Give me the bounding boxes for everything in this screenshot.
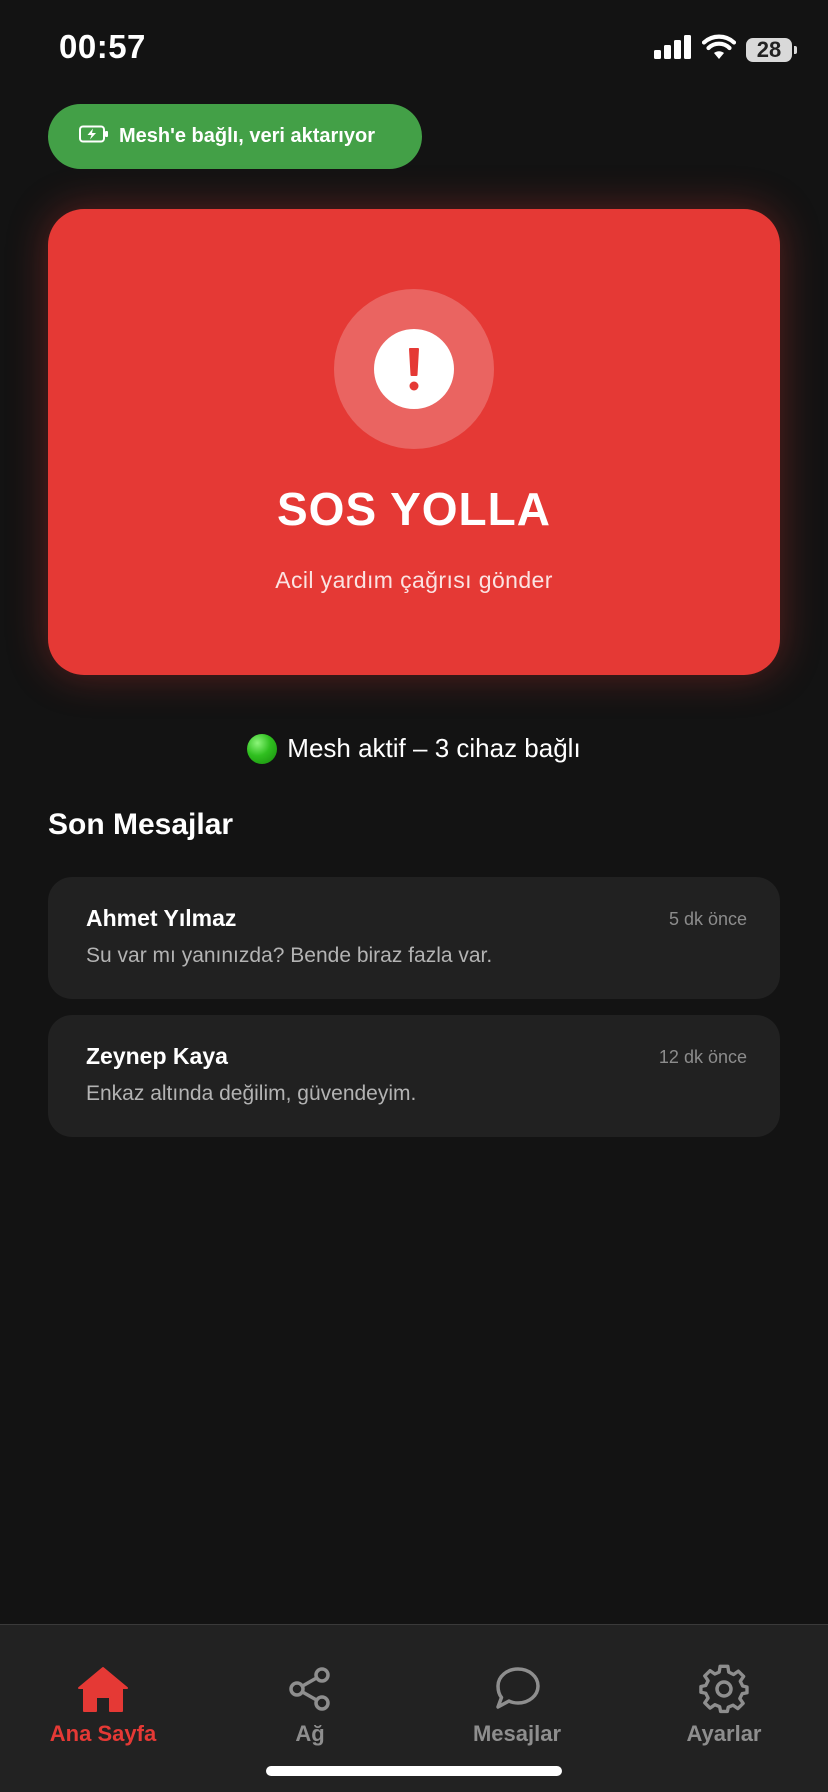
- sos-subtitle: Acil yardım çağrısı gönder: [275, 567, 553, 593]
- battery-icon: 28: [746, 36, 797, 62]
- battery-level: 28: [756, 36, 782, 62]
- sos-button[interactable]: SOS YOLLA Acil yardım çağrısı gönder: [48, 209, 780, 675]
- message-time: 5 dk önce: [668, 909, 747, 929]
- signal-icon: [654, 35, 692, 64]
- sos-icon-halo: [334, 289, 494, 449]
- message-preview: Su var mı yanınızda? Bende biraz fazla v…: [86, 944, 493, 967]
- tab-settings[interactable]: Ayarlar: [634, 1663, 814, 1747]
- home-screen: 00:57 28 Mesh'e bağlı, veri aktarıyor SO…: [0, 0, 828, 1792]
- status-icons: 28: [654, 34, 797, 65]
- tab-label: Ana Sayfa: [49, 1721, 157, 1746]
- mesh-connection-text: Mesh'e bağlı, veri aktarıyor: [119, 125, 375, 147]
- mesh-status-text: Mesh aktif – 3 cihaz bağlı: [287, 733, 581, 763]
- tab-label: Mesajlar: [472, 1721, 562, 1746]
- home-icon: [77, 1663, 129, 1715]
- share-icon: [284, 1663, 336, 1715]
- message-preview: Enkaz altında değilim, güvendeyim.: [86, 1082, 417, 1105]
- tab-messages[interactable]: Mesajlar: [427, 1663, 607, 1747]
- battery-charging-icon: [79, 125, 109, 148]
- chat-icon: [491, 1663, 543, 1715]
- wifi-icon: [701, 34, 737, 65]
- status-bar: 00:57 28: [0, 0, 828, 100]
- message-card[interactable]: Ahmet Yılmaz 5 dk önce Su var mı yanınız…: [48, 877, 780, 999]
- tab-network[interactable]: Ağ: [220, 1663, 400, 1747]
- alert-icon: [374, 329, 454, 409]
- message-time: 12 dk önce: [658, 1047, 747, 1067]
- section-title-recent-messages: Son Mesajlar: [48, 808, 234, 841]
- mesh-status: Mesh aktif – 3 cihaz bağlı: [0, 733, 828, 764]
- mesh-connection-badge: Mesh'e bağlı, veri aktarıyor: [48, 104, 422, 169]
- battery-tip: [794, 45, 797, 54]
- sos-title: SOS YOLLA: [277, 483, 551, 535]
- green-circle-icon: [247, 733, 278, 764]
- tab-label: Ağ: [295, 1721, 325, 1746]
- message-sender: Zeynep Kaya: [86, 1043, 228, 1069]
- gear-icon: [698, 1663, 750, 1715]
- message-sender: Ahmet Yılmaz: [86, 905, 237, 931]
- status-time: 00:57: [59, 28, 146, 65]
- message-card[interactable]: Zeynep Kaya 12 dk önce Enkaz altında değ…: [48, 1015, 780, 1137]
- home-indicator: [266, 1766, 562, 1776]
- tab-home[interactable]: Ana Sayfa: [13, 1663, 193, 1747]
- tab-label: Ayarlar: [686, 1721, 762, 1746]
